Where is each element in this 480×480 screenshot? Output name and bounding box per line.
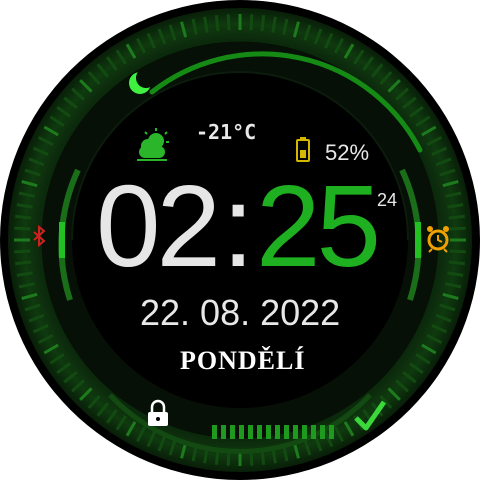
weekday-text: PONDĚLÍ [180, 346, 306, 375]
bezel-tick [449, 226, 466, 231]
bezel-tick [14, 226, 31, 231]
bezel-tick [214, 15, 220, 32]
segment-bar [230, 425, 235, 439]
segment-bar [302, 425, 307, 439]
date-text[interactable]: 22. 08. 2022 [140, 292, 350, 334]
time-minutes: 25 [256, 161, 381, 291]
bezel-tick [15, 260, 32, 266]
bezel-tick [449, 249, 466, 254]
segment-bar [212, 425, 217, 439]
bezel-tick [15, 214, 32, 220]
segment-bar [275, 425, 280, 439]
segment-bar [320, 425, 325, 439]
segment-bar [239, 425, 244, 439]
bezel-tick [448, 260, 465, 266]
segment-bar [266, 425, 271, 439]
segment-bar [329, 425, 334, 439]
bezel-tick [226, 14, 231, 31]
time-separator: : [222, 161, 255, 291]
segment-bar [293, 425, 298, 439]
bezel-tick [249, 14, 254, 31]
segment-bar [311, 425, 316, 439]
bezel-tick [14, 249, 31, 254]
bezel-tick [260, 15, 266, 32]
segment-bar [284, 425, 289, 439]
time-seconds: 24 [377, 190, 398, 210]
temperature-value[interactable]: -21°C [196, 120, 276, 144]
segment-bar [257, 425, 262, 439]
segment-bar [221, 425, 226, 439]
bezel-tick [448, 214, 465, 220]
segment-bar [248, 425, 253, 439]
